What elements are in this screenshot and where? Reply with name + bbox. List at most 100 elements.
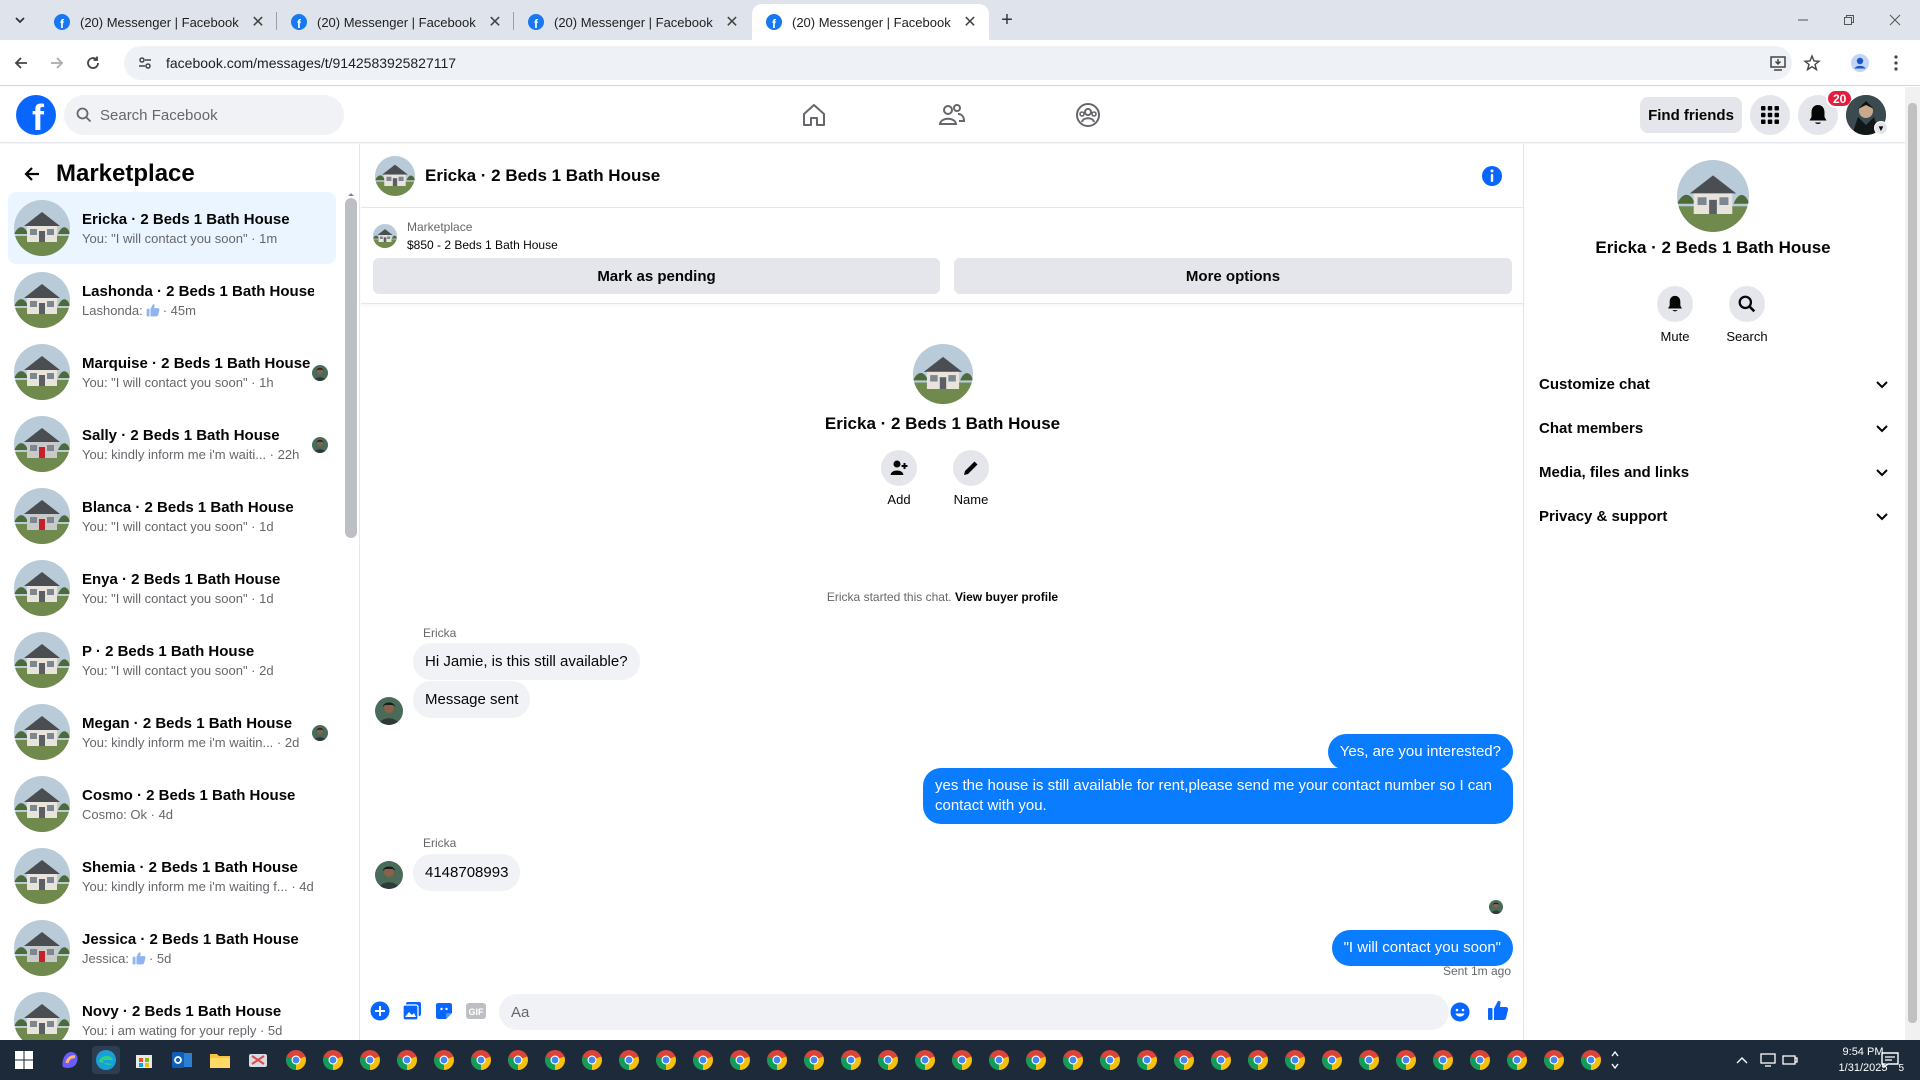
chrome-window-button[interactable] [356,1046,384,1074]
chrome-window-button[interactable] [615,1046,643,1074]
snipping-tool-app[interactable] [244,1046,272,1074]
new-tab-button[interactable]: + [995,8,1019,32]
chrome-window-button[interactable] [726,1046,754,1074]
emoji-button[interactable] [1449,1001,1471,1023]
listing-info[interactable]: Marketplace $850 - 2 Beds 1 Bath House [373,218,558,254]
chrome-window-button[interactable] [467,1046,495,1074]
mute-button[interactable]: Mute [1649,286,1701,344]
conversation-item[interactable]: P · 2 Beds 1 Bath House You: "I will cont… [8,624,336,696]
nav-groups[interactable] [1068,95,1108,135]
store-app[interactable] [130,1046,158,1074]
chrome-window-button[interactable] [652,1046,680,1074]
chrome-window-button[interactable] [1133,1046,1161,1074]
site-settings-icon[interactable] [136,54,154,72]
chrome-window-button[interactable] [1466,1046,1494,1074]
conversation-item[interactable]: Enya · 2 Beds 1 Bath House You: "I will c… [8,552,336,624]
chrome-window-button[interactable] [430,1046,458,1074]
incoming-message[interactable]: Hi Jamie, is this still available? [413,643,640,680]
tab-search-dropdown[interactable] [8,8,32,32]
chrome-window-button[interactable] [800,1046,828,1074]
chat-title[interactable]: Ericka · 2 Beds 1 Bath House [425,166,660,186]
chrome-window-button[interactable] [1577,1046,1605,1074]
chrome-window-button[interactable] [1429,1046,1457,1074]
back-button[interactable] [8,50,34,76]
outgoing-message[interactable]: "I will contact you soon" [1331,930,1513,966]
conversation-item[interactable]: Ericka · 2 Beds 1 Bath House You: "I will… [8,192,336,264]
chrome-window-button[interactable] [541,1046,569,1074]
search-in-conversation-button[interactable]: Search [1721,286,1773,344]
chrome-window-button[interactable] [393,1046,421,1074]
network-tray-button[interactable] [1782,1052,1798,1068]
conversation-item[interactable]: Shemia · 2 Beds 1 Bath House You: kindly … [8,840,336,912]
gif-button[interactable]: GIF [465,1000,487,1022]
name-chat-button[interactable]: Name [953,450,989,507]
scrollbar-thumb[interactable] [1908,103,1917,1023]
nav-home[interactable] [794,95,834,135]
forward-button[interactable] [44,50,70,76]
browser-profile-button[interactable] [1848,51,1872,75]
taskbar-overflow[interactable] [1606,1046,1624,1074]
conversation-item[interactable]: Cosmo · 2 Beds 1 Bath House Cosmo: Ok · 4… [8,768,336,840]
privacy-support-section[interactable]: Privacy & support [1539,494,1895,538]
chrome-window-button[interactable] [1392,1046,1420,1074]
close-tab-icon[interactable]: ✕ [249,13,267,31]
outgoing-message[interactable]: Yes, are you interested? [1327,734,1513,770]
outlook-app[interactable] [168,1046,196,1074]
chrome-window-button[interactable] [282,1046,310,1074]
conversation-item[interactable]: Marquise · 2 Beds 1 Bath House You: "I wi… [8,336,336,408]
chrome-window-button[interactable] [1096,1046,1124,1074]
chrome-window-button[interactable] [1318,1046,1346,1074]
browser-tab-3[interactable]: f (20) Messenger | Facebook ✕ [514,4,751,40]
browser-menu-button[interactable] [1884,51,1908,75]
chrome-window-button[interactable] [1355,1046,1383,1074]
facebook-search-input[interactable] [100,106,320,124]
back-to-chats-button[interactable] [14,156,50,192]
chrome-window-button[interactable] [763,1046,791,1074]
conversation-item[interactable]: Megan · 2 Beds 1 Bath House You: kindly i… [8,696,336,768]
chrome-window-button[interactable] [1281,1046,1309,1074]
chrome-window-button[interactable] [578,1046,606,1074]
close-tab-icon[interactable]: ✕ [961,13,979,31]
install-app-button[interactable] [1766,51,1790,75]
more-options-button[interactable]: More options [954,258,1512,294]
facebook-logo-icon[interactable]: f [16,95,56,135]
chrome-window-button[interactable] [689,1046,717,1074]
add-people-button[interactable]: Add [881,450,917,507]
page-scrollbar[interactable] [1905,87,1920,1040]
chat-members-section[interactable]: Chat members [1539,406,1895,450]
restore-button[interactable] [1826,0,1872,40]
sender-avatar[interactable] [375,861,403,889]
browser-tab-1[interactable]: f (20) Messenger | Facebook ✕ [40,4,277,40]
more-actions-button[interactable] [369,1000,391,1022]
browser-tab-2[interactable]: f (20) Messenger | Facebook ✕ [277,4,514,40]
chrome-window-button[interactable] [874,1046,902,1074]
message-input[interactable] [499,994,1449,1030]
menu-button[interactable] [1750,95,1790,135]
chrome-window-button[interactable] [948,1046,976,1074]
chrome-window-button[interactable] [1540,1046,1568,1074]
show-hidden-icons-button[interactable] [1734,1052,1750,1068]
close-tab-icon[interactable]: ✕ [486,13,504,31]
chrome-window-button[interactable] [1503,1046,1531,1074]
close-window-button[interactable] [1872,0,1918,40]
incoming-message[interactable]: Message sent [413,681,531,718]
edge-app[interactable] [92,1046,120,1074]
close-tab-icon[interactable]: ✕ [723,13,741,31]
browser-tab-4-active[interactable]: f (20) Messenger | Facebook ✕ [752,4,989,40]
customize-chat-section[interactable]: Customize chat [1539,362,1895,406]
chrome-window-button[interactable] [504,1046,532,1074]
sticker-button[interactable] [433,1000,455,1022]
chrome-window-button[interactable] [1207,1046,1235,1074]
chrome-window-button[interactable] [1059,1046,1087,1074]
facebook-search-box[interactable] [64,95,344,135]
find-friends-button[interactable]: Find friends [1640,97,1742,133]
nav-friends[interactable] [932,95,972,135]
info-avatar[interactable] [1677,160,1749,232]
chrome-window-button[interactable] [319,1046,347,1074]
reload-button[interactable] [80,50,106,76]
conversation-item[interactable]: Blanca · 2 Beds 1 Bath House You: "I will… [8,480,336,552]
file-explorer-app[interactable] [206,1046,234,1074]
conversation-info-button[interactable] [1480,164,1504,188]
chrome-window-button[interactable] [911,1046,939,1074]
scrollbar-thumb[interactable] [345,198,357,538]
